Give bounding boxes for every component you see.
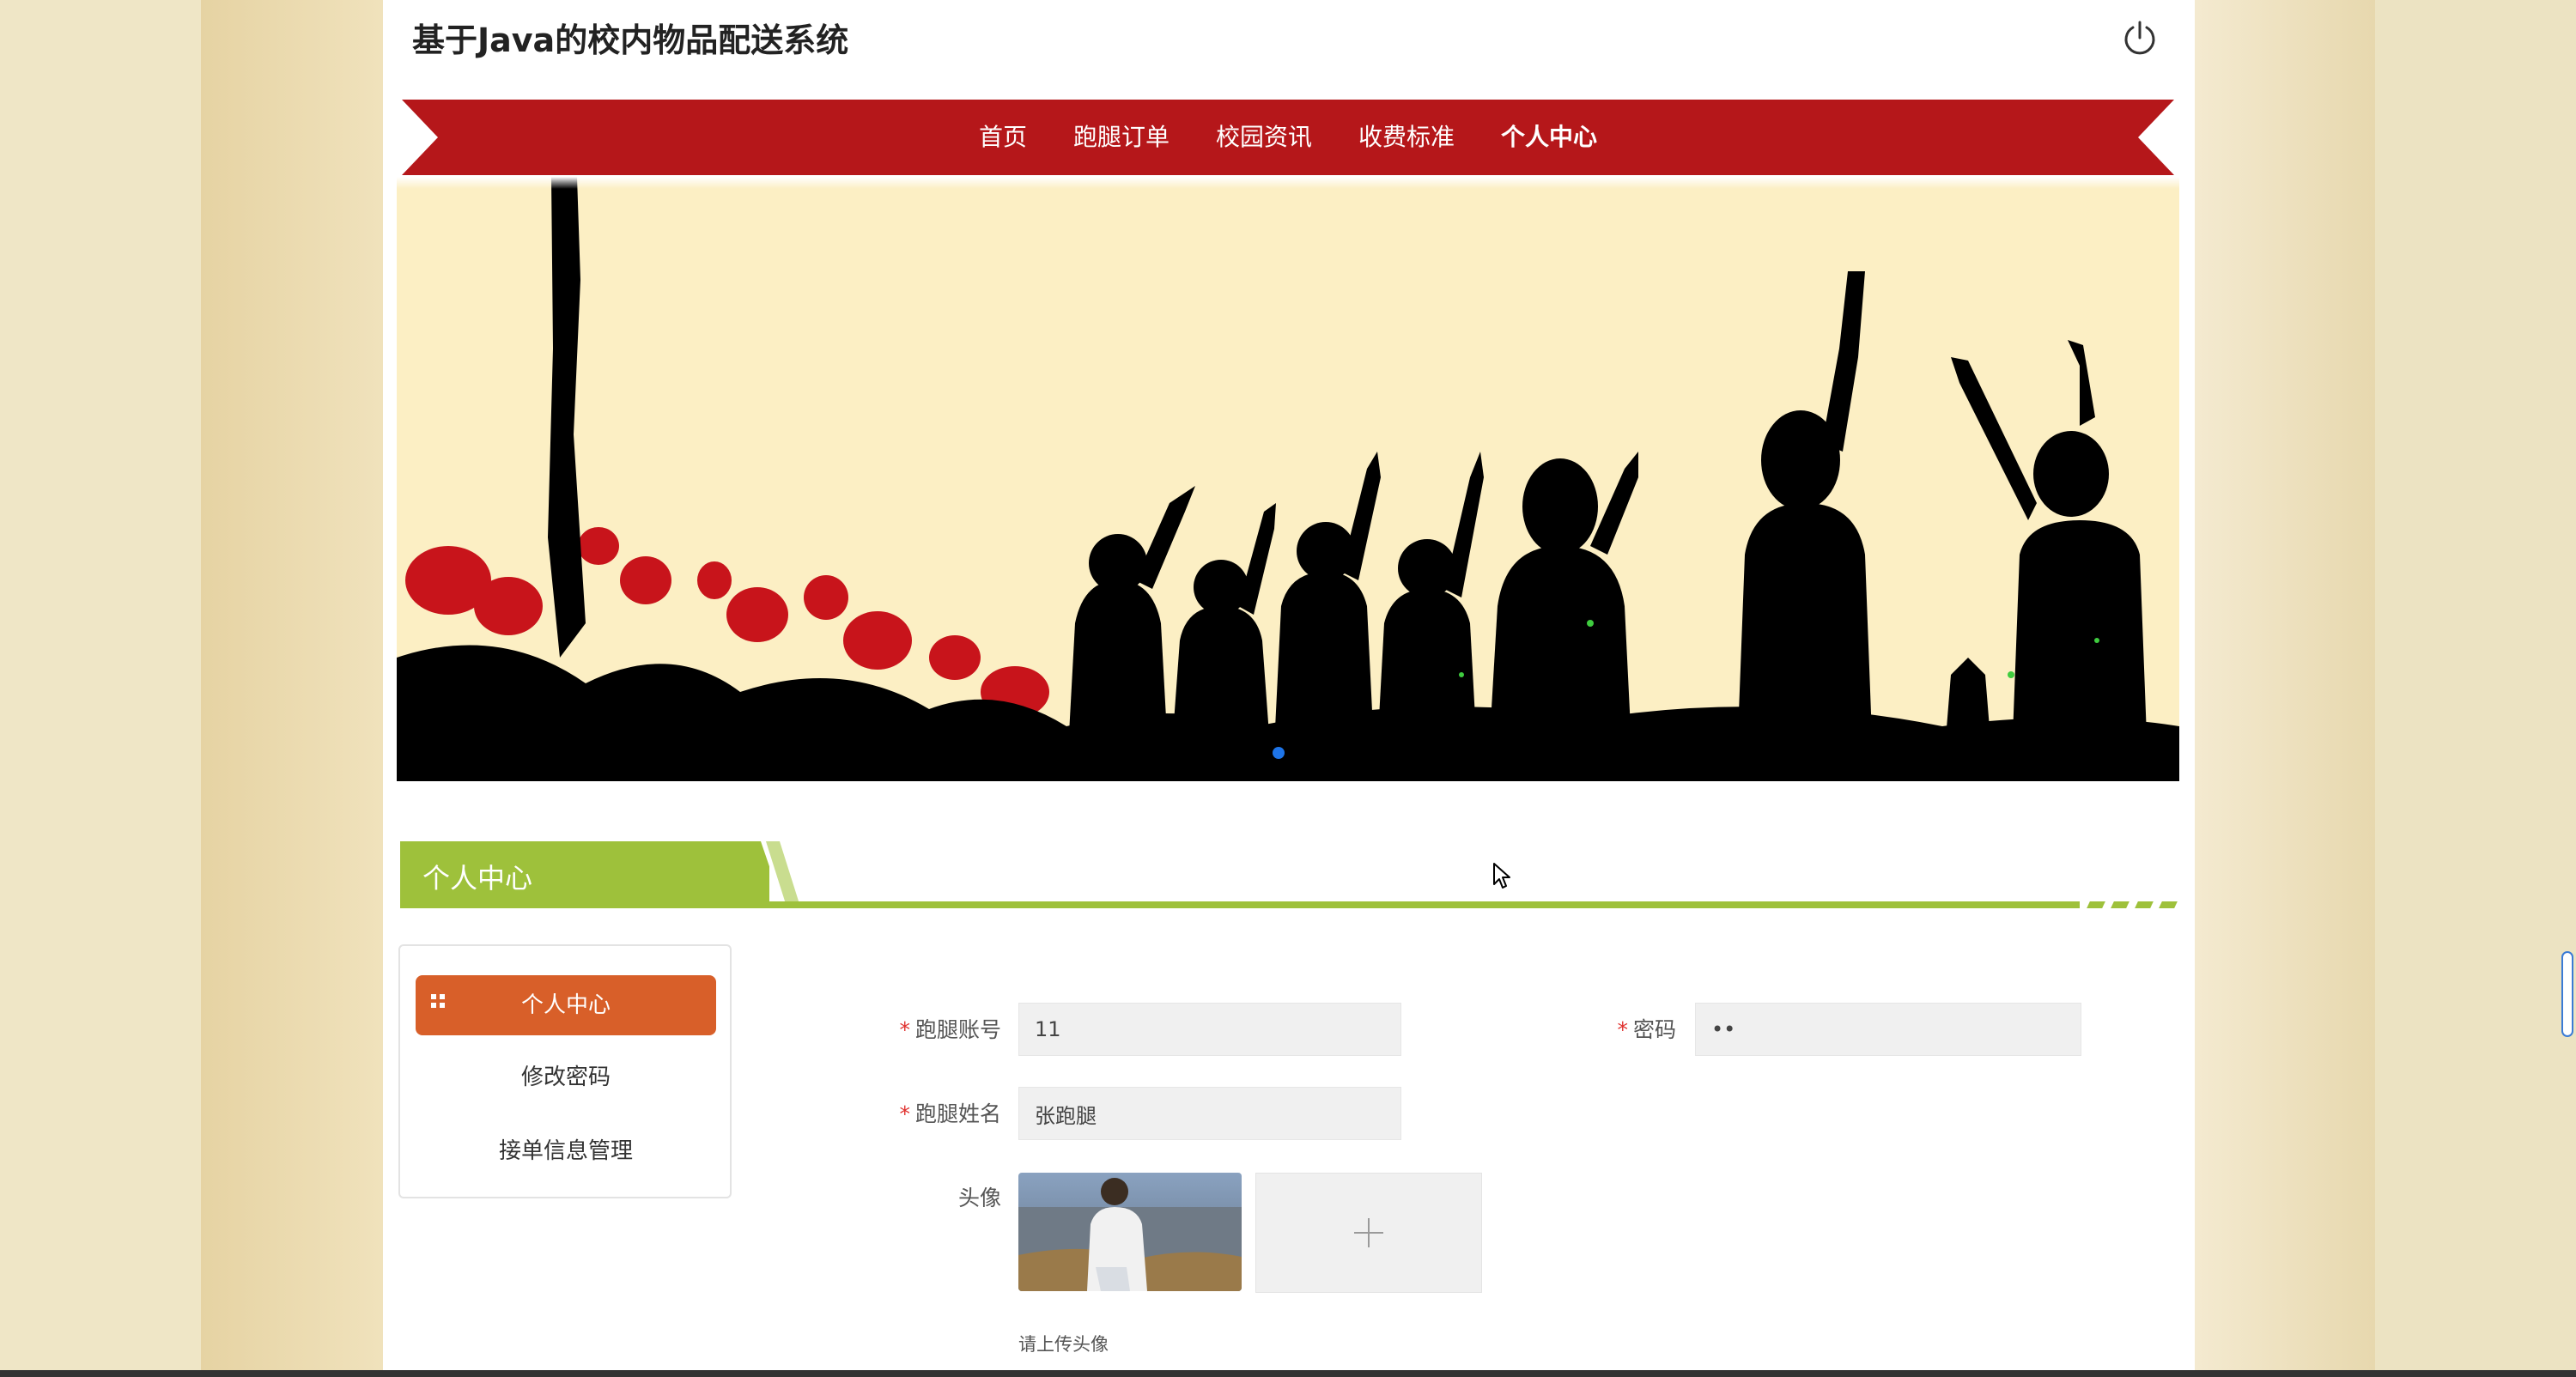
mouse-cursor-icon [1492, 862, 1513, 891]
window-bottom-edge [0, 1370, 2576, 1377]
nav-item-label: 收费标准 [1358, 123, 1455, 151]
side-menu-item-label: 修改密码 [520, 1065, 611, 1090]
power-icon [2124, 21, 2155, 55]
nav-item-label: 首页 [978, 123, 1027, 151]
side-menu-item-label: 个人中心 [520, 992, 611, 1018]
nav-item-label: 跑腿订单 [1072, 123, 1170, 151]
avatar-label: 头像 [957, 1186, 1001, 1210]
banner-image [397, 177, 2179, 781]
carousel-indicator-dot[interactable] [1273, 747, 1285, 759]
avatar-upload-hint: 请上传头像 [1018, 1334, 1109, 1355]
banner-frame [397, 177, 2179, 189]
section-tab-accent [766, 841, 800, 907]
avatar-image [1018, 1173, 1242, 1291]
password-input[interactable] [1695, 1003, 2081, 1056]
scrollbar-thumb[interactable] [2561, 951, 2573, 1037]
name-label-text: 跑腿姓名 [914, 1101, 1001, 1126]
page-scrollbar[interactable] [2559, 0, 2576, 1377]
required-mark: * [1617, 1017, 1628, 1042]
section-header: 个人中心 [400, 841, 2183, 910]
nav-item-campus-news[interactable]: 校园资讯 [1216, 100, 1312, 175]
avatar-thumbnail[interactable] [1018, 1173, 1242, 1291]
nav-item-label: 校园资讯 [1215, 123, 1312, 151]
side-menu-item-personal-center[interactable]: 个人中心 [416, 975, 716, 1035]
background-left-edge [0, 0, 201, 1377]
required-mark: * [899, 1017, 910, 1042]
banner-carousel [397, 177, 2179, 781]
name-label: * 跑腿姓名 [898, 1097, 1001, 1128]
grid-icon [431, 994, 445, 1008]
name-input[interactable] [1018, 1087, 1401, 1140]
side-menu-item-order-management[interactable]: 接单信息管理 [416, 1121, 716, 1181]
section-title: 个人中心 [422, 862, 533, 895]
nav-item-personal-center[interactable]: 个人中心 [1501, 93, 1598, 182]
account-label-text: 跑腿账号 [914, 1017, 1001, 1042]
nav-item-fee-standard[interactable]: 收费标准 [1358, 100, 1455, 175]
nav-item-home[interactable]: 首页 [979, 100, 1027, 175]
section-underline-dash [2135, 901, 2154, 908]
section-underline-dash [2087, 901, 2105, 908]
password-label: * 密码 [1573, 1013, 1676, 1044]
nav-menu: 首页 跑腿订单 校园资讯 收费标准 个人中心 [402, 93, 2174, 182]
main-navbar: 首页 跑腿订单 校园资讯 收费标准 个人中心 [402, 93, 2174, 182]
section-underline-dash [2159, 901, 2178, 908]
nav-item-errand-orders[interactable]: 跑腿订单 [1073, 100, 1170, 175]
password-label-text: 密码 [1632, 1017, 1676, 1042]
avatar-upload-button[interactable] [1255, 1173, 1482, 1293]
account-input[interactable] [1018, 1003, 1401, 1056]
nav-item-label: 个人中心 [1501, 123, 1598, 151]
background-right-panel [2195, 0, 2375, 1377]
account-label: * 跑腿账号 [898, 1013, 1001, 1044]
site-title: 基于Java的校内物品配送系统 [412, 21, 849, 59]
logout-button[interactable] [2119, 17, 2160, 58]
required-mark: * [899, 1101, 910, 1126]
side-menu-item-change-password[interactable]: 修改密码 [416, 1047, 716, 1107]
side-menu-item-label: 接单信息管理 [498, 1138, 633, 1164]
background-left-panel [201, 0, 383, 1377]
section-underline-dash [2111, 901, 2129, 908]
background-right-edge [2375, 0, 2576, 1377]
plus-icon [1354, 1218, 1383, 1247]
section-underline [400, 901, 2080, 908]
side-menu: 个人中心 修改密码 接单信息管理 [398, 944, 732, 1198]
page-container: 基于Java的校内物品配送系统 首页 跑腿订单 校园资讯 收费标准 个人中心 个… [383, 0, 2195, 1377]
